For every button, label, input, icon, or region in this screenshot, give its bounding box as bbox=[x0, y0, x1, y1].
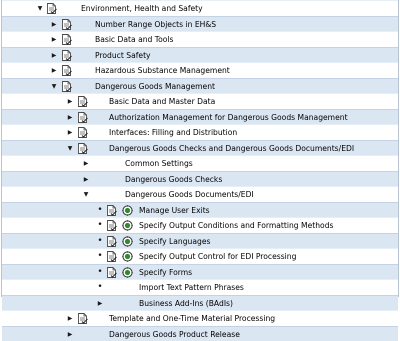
documentation-icon[interactable] bbox=[61, 19, 72, 30]
collapse-arrow-icon[interactable]: ▶ bbox=[96, 296, 104, 311]
execute-activity-icon[interactable] bbox=[122, 251, 133, 262]
tree-node-label[interactable]: Authorization Management for Dangerous G… bbox=[109, 110, 348, 125]
tree-node-label[interactable]: Import Text Pattern Phrases bbox=[139, 280, 244, 295]
execute-activity-icon[interactable] bbox=[122, 220, 133, 231]
collapse-arrow-icon[interactable]: ▶ bbox=[66, 327, 74, 341]
documentation-icon[interactable] bbox=[46, 3, 57, 14]
tree-row-interfaces[interactable]: ▶ Interfaces: Filling and Distribution bbox=[2, 124, 398, 140]
collapse-arrow-icon[interactable]: ▶ bbox=[66, 94, 74, 109]
documentation-icon[interactable] bbox=[106, 251, 117, 262]
documentation-icon[interactable] bbox=[61, 50, 72, 61]
tree-node-label[interactable]: Interfaces: Filling and Distribution bbox=[109, 125, 237, 140]
tree-row-dg-checks-docs[interactable]: ▼ Dangerous Goods Checks and Dangerous Go… bbox=[2, 140, 398, 156]
img-tree: ▼ Environment, Health and Safety ▶ Number R… bbox=[1, 0, 399, 297]
documentation-icon[interactable] bbox=[77, 96, 88, 107]
collapse-arrow-icon[interactable]: ▶ bbox=[66, 125, 74, 140]
tree-node-label[interactable]: Specify Output Conditions and Formatting… bbox=[139, 218, 333, 233]
tree-node-label[interactable]: Template and One-Time Material Processin… bbox=[109, 311, 275, 326]
tree-row-dg-product-release[interactable]: ▶ Dangerous Goods Product Release bbox=[2, 326, 398, 341]
documentation-icon[interactable] bbox=[77, 143, 88, 154]
tree-node-label[interactable]: Specify Languages bbox=[139, 234, 210, 249]
tree-row-specify-languages[interactable]: • Specify Languages bbox=[2, 233, 398, 249]
tree-node-label[interactable]: Environment, Health and Safety bbox=[81, 1, 203, 16]
expand-arrow-icon[interactable]: ▼ bbox=[36, 1, 44, 16]
tree-row-basic-master-data[interactable]: ▶ Basic Data and Master Data bbox=[2, 93, 398, 109]
collapse-arrow-icon[interactable]: ▶ bbox=[50, 17, 58, 32]
execute-activity-icon[interactable] bbox=[122, 205, 133, 216]
tree-node-label[interactable]: Business Add-Ins (BAdIs) bbox=[139, 296, 233, 311]
collapse-arrow-icon[interactable]: ▶ bbox=[50, 63, 58, 78]
expand-arrow-icon[interactable]: ▼ bbox=[66, 141, 74, 156]
tree-row-specify-forms[interactable]: • Specify Forms bbox=[2, 264, 398, 280]
bullet-icon[interactable]: • bbox=[96, 249, 104, 264]
execute-activity-icon[interactable] bbox=[122, 267, 133, 278]
tree-row-output-control-edi[interactable]: • Specify Output Control for EDI Processi… bbox=[2, 248, 398, 264]
tree-row-dg-checks[interactable]: ▶ Dangerous Goods Checks bbox=[2, 171, 398, 187]
tree-row-ehs[interactable]: ▼ Environment, Health and Safety bbox=[2, 0, 398, 16]
tree-node-label[interactable]: Dangerous Goods Management bbox=[95, 79, 215, 94]
tree-row-output-conditions[interactable]: • Specify Output Conditions and Formattin… bbox=[2, 217, 398, 233]
tree-row-number-range[interactable]: ▶ Number Range Objects in EH&S bbox=[2, 16, 398, 32]
documentation-icon[interactable] bbox=[77, 112, 88, 123]
tree-row-hazardous-substance[interactable]: ▶ Hazardous Substance Management bbox=[2, 62, 398, 78]
documentation-icon[interactable] bbox=[77, 127, 88, 138]
tree-row-manage-user-exits[interactable]: • Manage User Exits bbox=[2, 202, 398, 218]
execute-activity-icon[interactable] bbox=[122, 236, 133, 247]
tree-node-label[interactable]: Specify Forms bbox=[139, 265, 192, 280]
bullet-icon[interactable]: • bbox=[96, 280, 104, 295]
tree-node-label[interactable]: Number Range Objects in EH&S bbox=[95, 17, 216, 32]
tree-node-label[interactable]: Hazardous Substance Management bbox=[95, 63, 230, 78]
bullet-icon[interactable]: • bbox=[96, 265, 104, 280]
expand-arrow-icon[interactable]: ▼ bbox=[82, 187, 90, 202]
collapse-arrow-icon[interactable]: ▶ bbox=[66, 311, 74, 326]
tree-row-common-settings[interactable]: ▶ Common Settings bbox=[2, 155, 398, 171]
tree-node-label[interactable]: Dangerous Goods Product Release bbox=[109, 327, 240, 341]
tree-node-label[interactable]: Dangerous Goods Documents/EDI bbox=[125, 187, 254, 202]
tree-node-label[interactable]: Common Settings bbox=[125, 156, 193, 171]
bullet-icon[interactable]: • bbox=[96, 234, 104, 249]
collapse-arrow-icon[interactable]: ▶ bbox=[50, 32, 58, 47]
tree-node-label[interactable]: Product Safety bbox=[95, 48, 151, 63]
documentation-icon[interactable] bbox=[106, 205, 117, 216]
tree-node-label[interactable]: Dangerous Goods Checks bbox=[125, 172, 222, 187]
expand-arrow-icon[interactable]: ▼ bbox=[50, 79, 58, 94]
tree-row-authorization-mgmt[interactable]: ▶ Authorization Management for Dangerous … bbox=[2, 109, 398, 125]
collapse-arrow-icon[interactable]: ▶ bbox=[50, 48, 58, 63]
collapse-arrow-icon[interactable]: ▶ bbox=[82, 156, 90, 171]
tree-row-import-text-pattern[interactable]: • Import Text Pattern Phrases bbox=[2, 279, 398, 295]
bullet-icon[interactable]: • bbox=[96, 203, 104, 218]
documentation-icon[interactable] bbox=[61, 65, 72, 76]
tree-row-product-safety[interactable]: ▶ Product Safety bbox=[2, 47, 398, 63]
documentation-icon[interactable] bbox=[61, 34, 72, 45]
tree-node-label[interactable]: Manage User Exits bbox=[139, 203, 210, 218]
documentation-icon[interactable] bbox=[106, 220, 117, 231]
tree-node-label[interactable]: Basic Data and Master Data bbox=[109, 94, 215, 109]
documentation-icon[interactable] bbox=[61, 81, 72, 92]
collapse-arrow-icon[interactable]: ▶ bbox=[82, 172, 90, 187]
tree-node-label[interactable]: Dangerous Goods Checks and Dangerous Goo… bbox=[109, 141, 354, 156]
tree-row-template-material[interactable]: ▶ Template and One-Time Material Processi… bbox=[2, 310, 398, 326]
tree-node-label[interactable]: Basic Data and Tools bbox=[95, 32, 173, 47]
documentation-icon[interactable] bbox=[106, 267, 117, 278]
collapse-arrow-icon[interactable]: ▶ bbox=[66, 110, 74, 125]
bullet-icon[interactable]: • bbox=[96, 218, 104, 233]
tree-node-label[interactable]: Specify Output Control for EDI Processin… bbox=[139, 249, 296, 264]
documentation-icon[interactable] bbox=[106, 236, 117, 247]
tree-row-dg-management[interactable]: ▼ Dangerous Goods Management bbox=[2, 78, 398, 94]
tree-row-basic-data-tools[interactable]: ▶ Basic Data and Tools bbox=[2, 31, 398, 47]
documentation-icon[interactable] bbox=[77, 313, 88, 324]
tree-row-dg-documents[interactable]: ▼ Dangerous Goods Documents/EDI bbox=[2, 186, 398, 202]
